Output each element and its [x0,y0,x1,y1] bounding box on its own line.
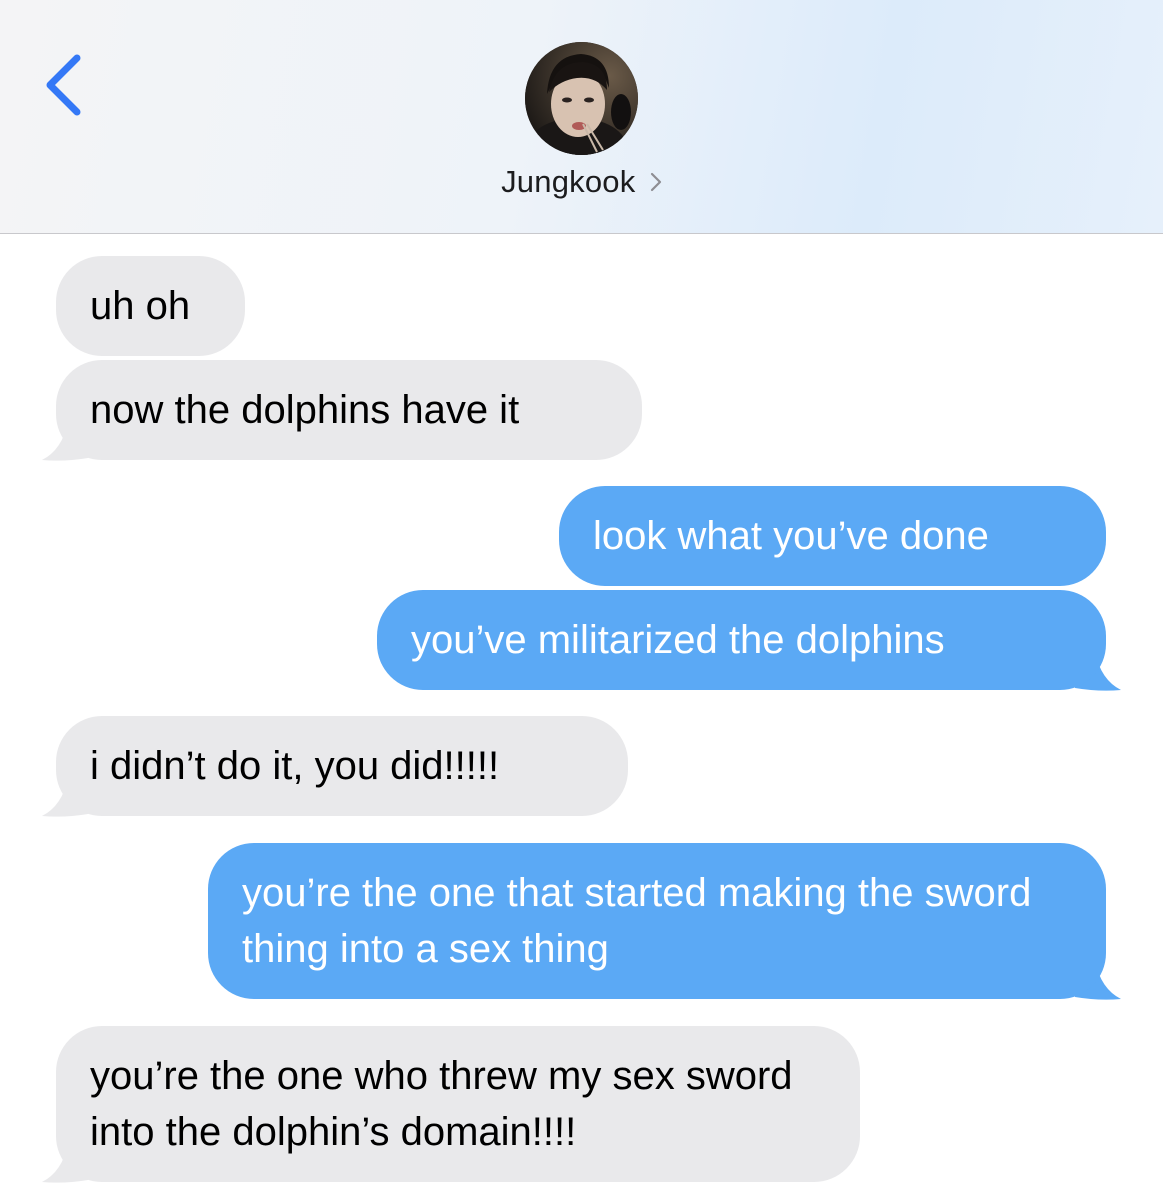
contact-photo [525,42,638,155]
messages-screen: Jungkook uh oh now the dolphins have it … [0,0,1163,1200]
chevron-right-icon [650,172,662,197]
message-bubble-outgoing[interactable]: look what you’ve done [559,486,1106,586]
contact-name-button[interactable]: Jungkook [0,164,1163,200]
message-bubble-incoming[interactable]: you’re the one who threw my sex sword in… [56,1026,860,1182]
message-bubble-incoming[interactable]: now the dolphins have it [56,360,642,460]
message-text: look what you’ve done [593,514,989,558]
message-bubble-incoming[interactable]: uh oh [56,256,245,356]
message-text: you’re the one who threw my sex sword in… [90,1054,793,1154]
message-text: you’ve militarized the dolphins [411,618,945,662]
avatar[interactable] [525,42,638,155]
message-text: you’re the one that started making the s… [242,871,1032,971]
message-bubble-outgoing[interactable]: you’re the one that started making the s… [208,843,1106,999]
message-text: uh oh [90,284,191,328]
back-button[interactable] [40,50,90,120]
message-text: now the dolphins have it [90,388,520,432]
chevron-left-icon [46,54,81,116]
message-bubble-outgoing[interactable]: you’ve militarized the dolphins [377,590,1106,690]
message-bubble-incoming[interactable]: i didn’t do it, you did!!!!! [56,716,628,816]
conversation-header: Jungkook [0,0,1163,234]
contact-name: Jungkook [501,164,636,199]
message-text: i didn’t do it, you did!!!!! [90,744,500,788]
